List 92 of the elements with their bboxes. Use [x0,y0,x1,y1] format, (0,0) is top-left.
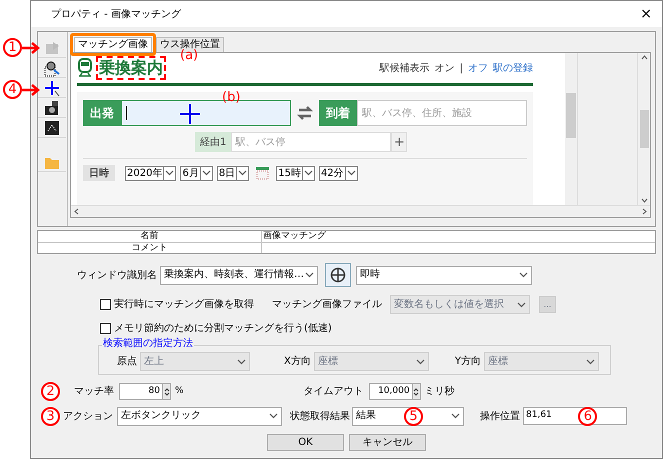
checkbox[interactable] [100,299,111,310]
chevron-down-icon [165,170,174,176]
field-label: ウィンドウ識別名 [77,268,157,282]
chevron-down-icon [346,170,356,176]
property-name-cell: コメント [38,243,262,253]
timeout-spinner[interactable]: 10,000 [368,383,421,400]
property-value-cell-text: 画像マッチング [262,231,327,242]
field-label: Y方向 [454,354,481,369]
add-via-button[interactable]: + [391,132,408,152]
timing-select[interactable]: 即時 [356,266,532,284]
property-name-cell: 名前 [38,231,262,242]
horizontal-scrollbar[interactable] [71,205,650,217]
group-title: 検索範囲の指定方法 [102,339,194,349]
inner-scrollbar[interactable] [565,53,577,205]
date-select[interactable]: 2020年 [125,166,176,180]
target-window-button[interactable] [325,263,351,287]
dialog-button[interactable]: キャンセル [349,434,426,451]
field-label: 操作位置 [480,410,520,424]
header-text: 駅候補表示 [380,62,430,76]
date-select[interactable]: 6月 [180,166,213,180]
zoom-icon [43,58,61,76]
chevron-down-icon [238,170,248,176]
scroll-left-icon[interactable] [74,208,79,215]
date-select[interactable]: 42分 [318,166,358,180]
tab[interactable]: マッチング画像 [74,37,152,52]
field-label: タイムアウト [304,385,364,399]
crosshair-icon [180,104,200,124]
depart-label: 出発 [83,100,121,126]
checkbox-label: 実行時にマッチング画像を取得 [114,298,254,312]
train-icon [77,58,93,78]
swap-icon [297,106,313,120]
calendar-icon[interactable] [256,166,270,180]
action-select[interactable]: 左ボタンクリック [117,406,282,426]
chevron-down-icon [517,302,526,308]
annotation-arrow-icon [22,42,40,54]
annotation-number: 4 [3,80,22,99]
header-link[interactable]: 駅の登録 [493,60,533,76]
header-text: オン [434,62,455,76]
position-input-field[interactable]: 81,61 6 [523,407,627,425]
date-label: 日時 [83,165,115,181]
scroll-up-icon[interactable] [640,55,648,60]
field-label: X方向 [284,354,311,369]
annotation-number: 2 [41,382,60,401]
vertical-scrollbar[interactable] [637,53,650,205]
cross-tool-button[interactable] [38,78,66,98]
close-button[interactable]: × [636,7,656,21]
scroll-thumb[interactable] [640,110,648,148]
scroll-right-icon[interactable] [642,208,647,215]
dialog-button[interactable]: OK [267,434,344,451]
checkbox[interactable] [100,323,111,334]
unit-text: ミリ秒 [424,384,455,399]
match-rate-spinner[interactable]: 80 [119,383,171,400]
annotation-number: 1 [3,38,22,57]
camera-icon [43,98,61,116]
scroll-thumb[interactable] [566,93,576,138]
chevron-down-icon [519,272,528,278]
annotation-number: 3 [41,406,60,426]
camera-tool-button[interactable] [38,98,66,118]
scroll-down-icon[interactable] [640,198,648,203]
via-input-field[interactable]: 駅、バス停 [231,132,392,152]
arrive-input-field[interactable]: 駅、バス停、住所、施設 [357,100,527,126]
annotation-arrow-icon [22,84,40,96]
capture-tool-button[interactable] [38,118,66,138]
annotation-number: 6 [578,406,598,426]
crosshair-icon [330,267,346,283]
date-select[interactable]: 8日 [216,166,250,180]
field-label: アクション [63,410,113,424]
via-label: 経由1 [195,132,232,152]
window-name-select[interactable]: 乗換案内、時刻表、運行情報… [160,266,318,284]
checkbox-label: メモリ節約のために分割マッチングを行う(低速) [114,322,332,336]
chevron-down-icon [451,413,460,419]
window-title: プロパティ - 画像マッチング [51,8,181,22]
header-link[interactable]: オフ [468,60,488,76]
site-logo: 乗換案内 [96,56,166,80]
state-result-select[interactable]: 結果 5 [352,406,464,426]
chevron-down-icon [269,413,278,419]
separator-text: | [460,62,463,76]
annotation-number: 5 [404,406,423,426]
unit-text: % [175,384,184,398]
chevron-down-icon [237,358,246,364]
chevron-down-icon [202,170,211,176]
date-select[interactable]: 15時 [276,166,315,180]
chevron-down-icon [416,358,425,364]
field-label: 原点 [117,354,137,369]
chevron-down-icon [586,358,595,364]
field-label: 状態取得結果 [290,410,350,424]
chevron-down-icon [305,272,314,278]
field-label: マッチ率 [74,384,114,399]
cross-icon [43,78,61,96]
chevron-down-icon [304,170,313,176]
arrive-label: 到着 [319,100,357,126]
field-label: マッチング画像ファイル [272,298,382,312]
